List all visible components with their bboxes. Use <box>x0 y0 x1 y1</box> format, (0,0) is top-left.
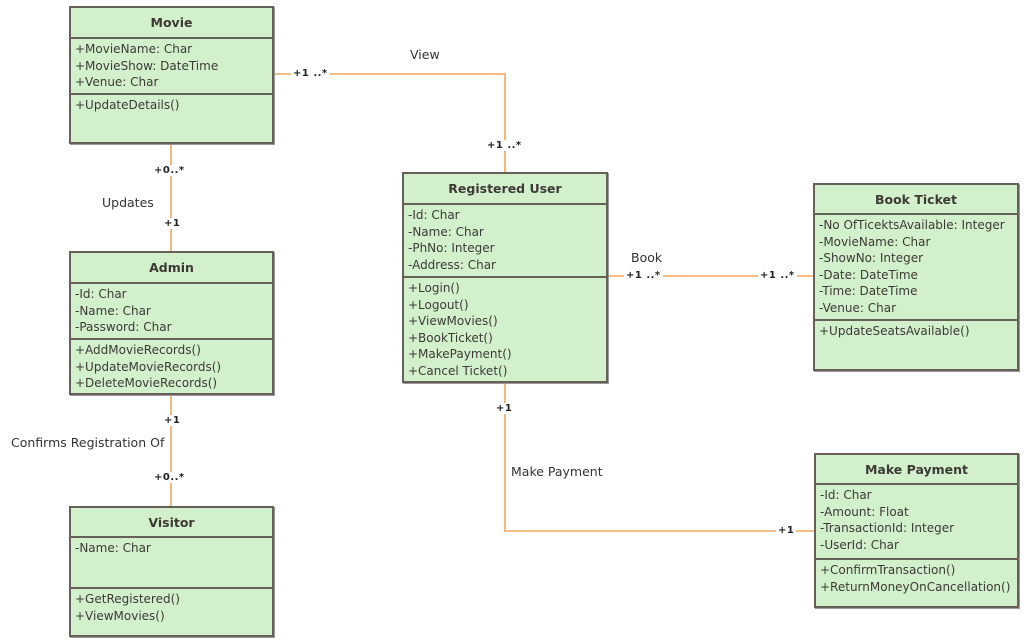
class-book-ticket-methods: +UpdateSeatsAvailable() <box>815 321 1017 340</box>
association-label-payment: Make Payment <box>511 464 603 479</box>
class-admin-methods: +AddMovieRecords() +UpdateMovieRecords()… <box>71 340 272 392</box>
method: +ViewMovies() <box>75 608 165 623</box>
method: +Cancel Ticket() <box>408 363 508 378</box>
method: +UpdateDetails() <box>75 98 180 112</box>
uml-diagram-canvas: View +1 ..* +1 ..* Updates +0..* +1 Conf… <box>0 0 1024 643</box>
attribute: -Id: Char <box>408 208 460 222</box>
method: +ConfirmTransaction() <box>820 563 956 577</box>
multiplicity-confirms-source: +1 <box>162 415 183 426</box>
method: +BookTicket() <box>408 330 493 345</box>
association-label-book: Book <box>631 250 663 265</box>
association-label-updates: Updates <box>102 195 154 210</box>
class-make-payment[interactable]: Make Payment -Id: Char -Amount: Float -T… <box>814 453 1019 608</box>
class-movie[interactable]: Movie +MovieName: Char +MovieShow: DateT… <box>69 6 274 144</box>
attribute: -Id: Char <box>75 287 127 301</box>
attribute: -TransactionId: Integer <box>820 521 955 536</box>
class-movie-name: Movie <box>71 8 272 39</box>
multiplicity-payment-target: +1 <box>776 525 797 536</box>
class-registered-user[interactable]: Registered User -Id: Char -Name: Char -P… <box>402 172 608 383</box>
multiplicity-payment-source: +1 <box>494 403 515 414</box>
association-label-view: View <box>410 47 440 62</box>
class-visitor[interactable]: Visitor -Name: Char +GetRegistered() +Vi… <box>69 506 274 637</box>
class-book-ticket-attributes: -No OfTicektsAvailable: Integer -MovieNa… <box>815 215 1017 321</box>
method: +DeleteMovieRecords() <box>75 376 218 391</box>
multiplicity-book-target: +1 ..* <box>758 270 797 281</box>
multiplicity-confirms-target: +0..* <box>152 472 187 483</box>
class-make-payment-attributes: -Id: Char -Amount: Float -TransactionId:… <box>816 485 1017 560</box>
attribute: -No OfTicektsAvailable: Integer <box>819 218 1005 232</box>
method: +Logout() <box>408 297 469 312</box>
class-registered-user-name: Registered User <box>404 174 606 205</box>
attribute: -Date: DateTime <box>819 267 918 282</box>
attribute: -Name: Char <box>75 303 151 318</box>
class-movie-methods: +UpdateDetails() <box>71 95 272 114</box>
attribute: -Amount: Float <box>820 504 909 519</box>
connector-payment[interactable] <box>504 382 814 532</box>
association-label-confirms: Confirms Registration Of <box>11 435 165 450</box>
attribute: -UserId: Char <box>820 537 899 552</box>
method: +AddMovieRecords() <box>75 343 201 357</box>
attribute: -ShowNo: Integer <box>819 251 924 266</box>
multiplicity-view-target: +1 ..* <box>485 140 524 151</box>
class-admin-attributes: -Id: Char -Name: Char -Password: Char <box>71 284 272 340</box>
method: +ViewMovies() <box>408 314 498 329</box>
attribute: -Venue: Char <box>819 300 897 315</box>
multiplicity-updates-source: +0..* <box>152 165 187 176</box>
attribute: +MovieName: Char <box>75 42 193 56</box>
class-movie-attributes: +MovieName: Char +MovieShow: DateTime +V… <box>71 39 272 95</box>
method: +Login() <box>408 281 460 295</box>
method: +UpdateMovieRecords() <box>75 359 222 374</box>
class-visitor-methods: +GetRegistered() +ViewMovies() <box>71 589 272 624</box>
class-registered-user-attributes: -Id: Char -Name: Char -PhNo: Integer -Ad… <box>404 205 606 278</box>
class-make-payment-methods: +ConfirmTransaction() +ReturnMoneyOnCanc… <box>816 560 1017 595</box>
class-make-payment-name: Make Payment <box>816 455 1017 485</box>
attribute: +MovieShow: DateTime <box>75 58 219 73</box>
connector-view[interactable] <box>273 73 506 172</box>
class-registered-user-methods: +Login() +Logout() +ViewMovies() +BookTi… <box>404 278 606 380</box>
attribute: -Id: Char <box>820 488 872 502</box>
multiplicity-book-source: +1 ..* <box>624 270 663 281</box>
class-visitor-name: Visitor <box>71 508 272 538</box>
class-admin-name: Admin <box>71 253 272 284</box>
attribute: -Address: Char <box>408 257 496 272</box>
class-book-ticket[interactable]: Book Ticket -No OfTicektsAvailable: Inte… <box>813 183 1019 371</box>
multiplicity-updates-target: +1 <box>162 218 183 229</box>
method: +GetRegistered() <box>75 592 180 606</box>
attribute: -Time: DateTime <box>819 284 918 299</box>
class-visitor-attributes: -Name: Char <box>71 538 272 589</box>
method: +MakePayment() <box>408 347 512 362</box>
attribute: -Password: Char <box>75 320 172 335</box>
method: +ReturnMoneyOnCancellation() <box>820 579 1011 594</box>
attribute: -PhNo: Integer <box>408 241 495 256</box>
class-book-ticket-name: Book Ticket <box>815 185 1017 215</box>
method: +UpdateSeatsAvailable() <box>819 324 970 338</box>
class-admin[interactable]: Admin -Id: Char -Name: Char -Password: C… <box>69 251 274 395</box>
attribute: -Name: Char <box>75 541 151 555</box>
multiplicity-view-source: +1 ..* <box>291 68 330 79</box>
attribute: +Venue: Char <box>75 75 159 90</box>
attribute: -MovieName: Char <box>819 234 931 249</box>
attribute: -Name: Char <box>408 224 484 239</box>
